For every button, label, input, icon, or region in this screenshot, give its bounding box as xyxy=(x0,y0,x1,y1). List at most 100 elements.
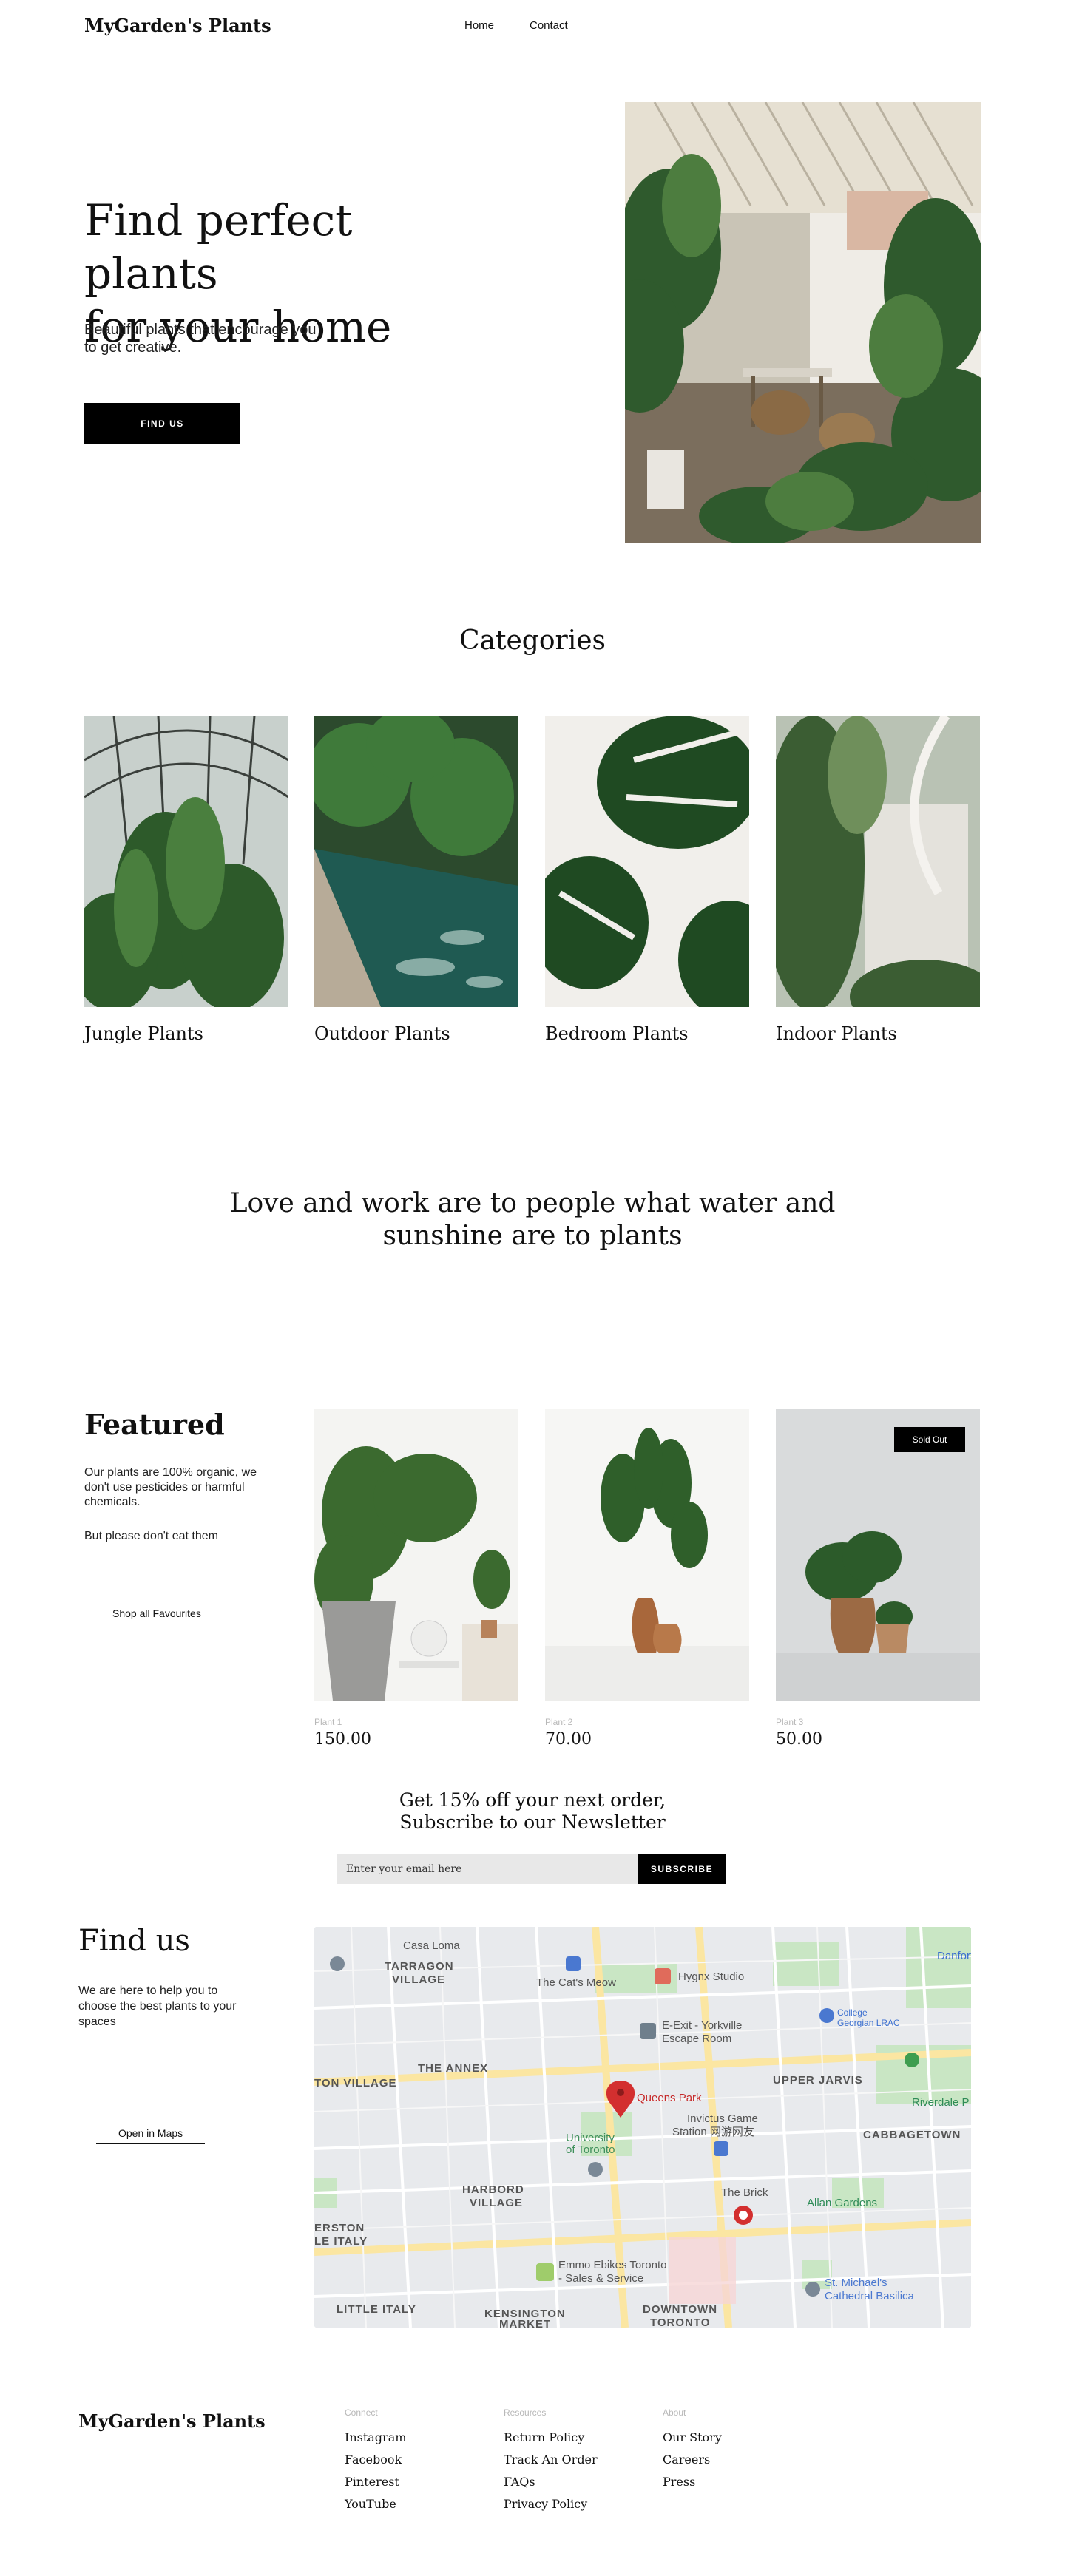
footer-link-faqs[interactable]: FAQs xyxy=(504,2475,637,2489)
map-label: Emmo Ebikes Toronto xyxy=(558,2259,666,2271)
product-name-2: Plant 2 xyxy=(545,1717,573,1727)
footer-link-careers[interactable]: Careers xyxy=(663,2453,796,2467)
footer-heading: Connect xyxy=(345,2407,378,2418)
open-in-maps-button[interactable]: Open in Maps xyxy=(96,2127,206,2144)
featured-note: But please don't eat them xyxy=(84,1530,218,1542)
category-image-indoor xyxy=(776,716,980,1007)
categories-title: Categories xyxy=(459,626,606,656)
map-label: CABBAGETOWN xyxy=(863,2129,961,2141)
map-label: Cathedral Basilica xyxy=(825,2290,915,2302)
category-image-outdoor xyxy=(314,716,518,1007)
footer-column-about: About Our Story Careers Press xyxy=(663,2407,796,2498)
map-label: TARRAGON xyxy=(385,1960,454,1973)
product-price-3: 50.00 xyxy=(776,1730,822,1749)
hero-image xyxy=(625,102,981,543)
map-label: Queens Park xyxy=(637,2092,702,2104)
newsletter-email-input[interactable] xyxy=(337,1854,638,1884)
map-label: HARBORD xyxy=(462,2183,524,2196)
category-card-bedroom[interactable]: Bedroom Plants xyxy=(545,716,749,1044)
map-label: The Brick xyxy=(721,2186,768,2199)
map-label: Invictus Game xyxy=(687,2112,758,2125)
map-label: VILLAGE xyxy=(470,2197,523,2209)
map-label: Escape Room xyxy=(662,2033,731,2045)
map-label: Station 网游网友 xyxy=(672,2126,754,2138)
find-us-title: Find us xyxy=(78,1924,190,1958)
map-label: University xyxy=(566,2132,615,2144)
map-label: Riverdale P xyxy=(912,2096,970,2109)
hero-title-line1: Find perfect plants xyxy=(84,195,353,299)
footer-link-return-policy[interactable]: Return Policy xyxy=(504,2431,637,2444)
map-label: St. Michael's xyxy=(825,2277,888,2289)
newsletter-title: Get 15% off your next order, Subscribe t… xyxy=(311,1789,754,1834)
footer-heading: Resources xyxy=(504,2407,547,2418)
footer-link-youtube[interactable]: YouTube xyxy=(345,2498,478,2511)
map-label: Casa Loma xyxy=(403,1939,460,1952)
map-label: VILLAGE xyxy=(392,1973,445,1986)
map-label: E-Exit - Yorkville xyxy=(662,2019,742,2032)
map-label: UPPER JARVIS xyxy=(773,2074,863,2087)
featured-title: Featured xyxy=(84,1408,225,1441)
map-label: Allan Gardens xyxy=(807,2197,877,2209)
category-label-indoor: Indoor Plants xyxy=(776,1023,897,1044)
map-label: - Sales & Service xyxy=(558,2272,643,2285)
category-card-outdoor[interactable]: Outdoor Plants xyxy=(314,716,518,1044)
map-label: College xyxy=(837,2007,868,2018)
map-label: DOWNTOWN xyxy=(643,2303,717,2316)
category-label-outdoor: Outdoor Plants xyxy=(314,1023,450,1044)
map-label: Georgian LRAC xyxy=(837,2018,900,2028)
map-label: LITTLE ITALY xyxy=(337,2303,416,2316)
map-label: Hygnx Studio xyxy=(678,1970,744,1983)
category-card-jungle[interactable]: Jungle Plants xyxy=(84,716,288,1044)
product-image-2 xyxy=(545,1409,749,1701)
product-card-3[interactable]: Sold Out Plant 3 50.00 xyxy=(776,1409,980,1749)
product-price-1: 150.00 xyxy=(314,1730,371,1749)
footer-link-facebook[interactable]: Facebook xyxy=(345,2453,478,2467)
category-image-jungle xyxy=(84,716,288,1007)
product-card-1[interactable]: Plant 1 150.00 xyxy=(314,1409,518,1749)
footer-link-pinterest[interactable]: Pinterest xyxy=(345,2475,478,2489)
category-label-bedroom: Bedroom Plants xyxy=(545,1023,689,1044)
featured-description: Our plants are 100% organic, we don't us… xyxy=(84,1466,257,1508)
footer-link-instagram[interactable]: Instagram xyxy=(345,2431,478,2444)
map-label: TORONTO xyxy=(650,2316,710,2328)
find-us-button[interactable]: FIND US xyxy=(84,403,240,444)
nav-contact-link[interactable]: Contact xyxy=(530,19,568,32)
product-price-2: 70.00 xyxy=(545,1730,592,1749)
footer-link-track-order[interactable]: Track An Order xyxy=(504,2453,637,2467)
shop-favourites-link[interactable]: Shop all Favourites xyxy=(102,1607,212,1624)
map-label: The Cat's Meow xyxy=(536,1976,616,1989)
map-label: LE ITALY xyxy=(314,2235,368,2248)
category-card-indoor[interactable]: Indoor Plants xyxy=(776,716,980,1044)
footer-column-resources: Resources Return Policy Track An Order F… xyxy=(504,2407,637,2520)
product-image-3: Sold Out xyxy=(776,1409,980,1701)
category-image-bedroom xyxy=(545,716,749,1007)
product-card-2[interactable]: Plant 2 70.00 xyxy=(545,1409,749,1749)
product-name-3: Plant 3 xyxy=(776,1717,804,1727)
map-label: TON VILLAGE xyxy=(314,2077,397,2089)
subscribe-button[interactable]: SUBSCRIBE xyxy=(638,1854,726,1884)
map-label: THE ANNEX xyxy=(418,2062,488,2075)
footer-column-connect: Connect Instagram Facebook Pinterest You… xyxy=(345,2407,478,2520)
quote-text: Love and work are to people what water a… xyxy=(229,1188,836,1251)
footer-link-privacy-policy[interactable]: Privacy Policy xyxy=(504,2498,637,2511)
product-image-1 xyxy=(314,1409,518,1701)
hero-subtitle: Beautiful plants that encourage you to g… xyxy=(84,322,317,356)
map-label: MARKET xyxy=(499,2318,551,2328)
sold-out-badge: Sold Out xyxy=(894,1427,965,1452)
footer-link-our-story[interactable]: Our Story xyxy=(663,2431,796,2444)
map-label: of Toronto xyxy=(566,2143,615,2156)
poi-pin-icon xyxy=(330,1956,345,1971)
map[interactable]: Casa Loma TARRAGON VILLAGE The Cat's Meo… xyxy=(314,1927,971,2328)
newsletter-title-line2: Subscribe to our Newsletter xyxy=(399,1811,666,1833)
product-name-1: Plant 1 xyxy=(314,1717,342,1727)
map-label: ERSTON xyxy=(314,2222,365,2234)
site-logo[interactable]: MyGarden's Plants xyxy=(84,15,271,36)
footer-heading: About xyxy=(663,2407,686,2418)
footer-link-press[interactable]: Press xyxy=(663,2475,796,2489)
footer-logo[interactable]: MyGarden's Plants xyxy=(78,2410,266,2432)
nav-home-link[interactable]: Home xyxy=(464,19,494,32)
find-us-text: We are here to help you to choose the be… xyxy=(78,1984,237,2028)
map-label: Danforth xyxy=(937,1950,971,1962)
newsletter-title-line1: Get 15% off your next order, xyxy=(399,1789,666,1811)
category-label-jungle: Jungle Plants xyxy=(84,1023,203,1044)
